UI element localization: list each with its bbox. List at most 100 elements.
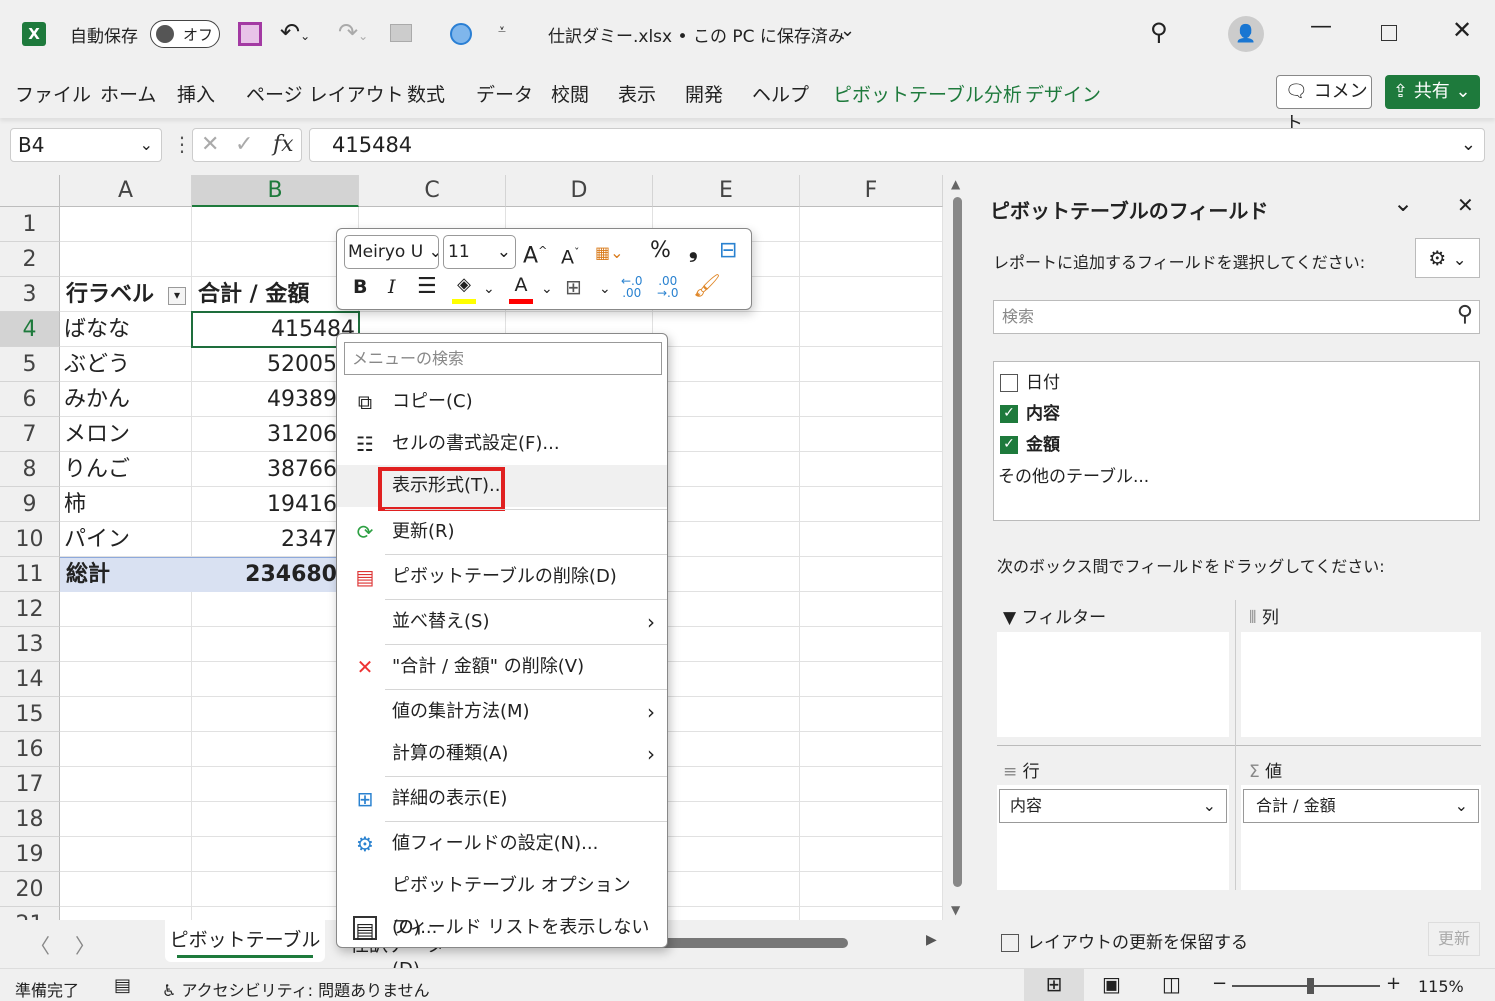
pivot-value[interactable]: 19416 (194, 487, 337, 522)
row-header-3[interactable]: 3 (0, 277, 60, 312)
select-all-corner[interactable] (0, 175, 60, 207)
row-field-chip[interactable]: 内容 ⌄ (999, 789, 1227, 823)
row-header-16[interactable]: 16 (0, 732, 60, 767)
menu-item-hide-field-list[interactable]: ▤フィールド リストを表示しない(D) (337, 907, 667, 980)
menu-item-copy[interactable]: ⧉ コピー(C) (337, 381, 667, 423)
tab-pivot-analyze[interactable]: ピボットテーブル分析 (833, 80, 1022, 107)
page-break-view-icon[interactable]: ◫ (1162, 972, 1181, 996)
checkbox[interactable] (1000, 374, 1018, 392)
increase-font-icon[interactable]: A^ (523, 237, 547, 270)
values-area[interactable]: 合計 / 金額 ⌄ (1241, 785, 1481, 890)
menu-item-delete-pivot[interactable]: ▤ ピボットテーブルの削除(D) (337, 556, 667, 598)
more-tables-link[interactable]: その他のテーブル... (998, 462, 1149, 487)
pivot-row-label[interactable]: 柿 (62, 487, 190, 522)
comment-button[interactable]: 🗨 コメント (1276, 75, 1372, 134)
sheet-tab-pivot[interactable]: ピボットテーブル (165, 920, 325, 962)
row-header-14[interactable]: 14 (0, 662, 60, 697)
italic-icon[interactable]: I (388, 273, 396, 301)
cancel-icon[interactable]: ✕ (201, 129, 219, 161)
row-header-1[interactable]: 1 (0, 207, 60, 242)
customize-qat-icon[interactable]: ⩡ (498, 22, 506, 38)
accessibility-status[interactable]: ♿ アクセシビリティ: 問題ありません (162, 977, 430, 1001)
pivot-row-label[interactable]: パイン (62, 522, 190, 557)
macro-record-icon[interactable]: ▤ (114, 975, 131, 996)
page-layout-view-icon[interactable]: ▣ (1102, 972, 1121, 996)
borders-icon[interactable]: ⊞ (565, 273, 582, 301)
row-header-19[interactable]: 19 (0, 837, 60, 872)
formula-input[interactable]: 415484 ⌄ (309, 128, 1485, 162)
close-pane-icon[interactable]: ✕ (1457, 193, 1474, 217)
align-center-icon[interactable]: ☰ (417, 273, 437, 301)
row-header-10[interactable]: 10 (0, 522, 60, 557)
filter-area[interactable] (997, 632, 1229, 737)
enter-icon[interactable]: ✓ (235, 129, 253, 161)
row-header-8[interactable]: 8 (0, 452, 60, 487)
chevron-down-icon[interactable]: ⌄ (1393, 189, 1413, 217)
normal-view-button[interactable]: ⊞ (1024, 969, 1084, 1001)
grand-total-label[interactable]: 総計 (62, 557, 190, 592)
insert-function-icon[interactable]: fx (273, 129, 294, 161)
next-sheet-icon[interactable]: 〉 (75, 930, 95, 959)
menu-item-format-cells[interactable]: ☷ セルの書式設定(F)... (337, 423, 667, 465)
column-header-D[interactable]: D (506, 175, 653, 207)
field-search-input[interactable]: 検索 ⚲ (993, 300, 1480, 334)
zoom-out-icon[interactable]: − (1212, 973, 1227, 994)
filter-dropdown-icon[interactable]: ▾ (168, 287, 186, 305)
pivot-row-label[interactable]: ばなな (62, 312, 190, 347)
avatar[interactable]: 👤 (1228, 16, 1264, 52)
row-header-18[interactable]: 18 (0, 802, 60, 837)
horizontal-scrollbar[interactable]: ▶ (650, 932, 940, 950)
field-item[interactable]: 日付 (1000, 368, 1060, 393)
columns-area[interactable] (1241, 632, 1481, 737)
file-name[interactable]: 仕訳ダミー.xlsx • この PC に保存済み (548, 22, 845, 47)
row-header-4[interactable]: 4 (0, 312, 60, 347)
circle-icon[interactable] (450, 23, 472, 45)
pivot-value[interactable]: 38766 (194, 452, 337, 487)
row-header-15[interactable]: 15 (0, 697, 60, 732)
row-header-6[interactable]: 6 (0, 382, 60, 417)
row-header-9[interactable]: 9 (0, 487, 60, 522)
pivot-row-label[interactable]: ぶどう (62, 347, 190, 382)
row-header-20[interactable]: 20 (0, 872, 60, 907)
redo-icon[interactable]: ↷⌄ (338, 18, 368, 46)
bold-icon[interactable]: B (353, 273, 367, 301)
pivot-value[interactable]: 52005 (194, 347, 337, 382)
search-icon[interactable]: ⚲ (1150, 18, 1168, 46)
column-header-C[interactable]: C (359, 175, 506, 207)
font-name-dropdown[interactable]: Meiryo U ⌄ (344, 235, 439, 269)
menu-item-value-field-settings[interactable]: ⚙ 値フィールドの設定(N)... (337, 823, 667, 865)
zoom-in-icon[interactable]: + (1386, 973, 1401, 994)
menu-item-number-format[interactable]: 表示形式(T)... (337, 465, 667, 511)
menu-item-remove-field[interactable]: ✕ "合計 / 金額" の削除(V) (337, 646, 667, 688)
menu-item-sort[interactable]: 並べ替え(S) › (337, 601, 667, 643)
row-header-13[interactable]: 13 (0, 627, 60, 662)
row-header-17[interactable]: 17 (0, 767, 60, 802)
pivot-row-label[interactable]: りんご (62, 452, 190, 487)
tab-formulas[interactable]: 数式 (407, 80, 445, 107)
checkbox[interactable]: ✓ (1000, 436, 1018, 454)
pivot-row-label[interactable]: みかん (62, 382, 190, 417)
tab-insert[interactable]: 挿入 (177, 80, 215, 107)
autosave-toggle[interactable]: オフ (150, 20, 220, 48)
column-header-A[interactable]: A (60, 175, 192, 207)
menu-search-input[interactable]: メニューの検索 (344, 342, 662, 375)
column-header-B[interactable]: B (192, 175, 359, 207)
row-header-5[interactable]: 5 (0, 347, 60, 382)
menu-item-pivot-options[interactable]: ピボットテーブル オプション(O)... (337, 865, 667, 938)
accounting-format-icon[interactable]: ▦⌄ (595, 239, 624, 267)
pivot-row-label[interactable]: メロン (62, 417, 190, 452)
prev-sheet-icon[interactable]: 〈 (30, 930, 50, 959)
pivot-value[interactable]: 2347 (194, 522, 337, 557)
minimize-icon[interactable]: — (1310, 14, 1332, 39)
tab-page-layout[interactable]: ページ レイアウト (246, 80, 404, 107)
menu-item-show-values-as[interactable]: 計算の種類(A) › (337, 733, 667, 775)
value-field-chip[interactable]: 合計 / 金額 ⌄ (1243, 789, 1479, 823)
zoom-slider[interactable] (1232, 978, 1380, 994)
maximize-icon[interactable] (1381, 25, 1397, 41)
comma-style-icon[interactable]: ❟ (689, 237, 698, 265)
field-item[interactable]: ✓ 金額 (1000, 430, 1060, 455)
name-box[interactable]: B4 ⌄ (10, 128, 162, 162)
decrease-font-icon[interactable]: Aˇ (561, 239, 580, 271)
defer-update-checkbox[interactable]: レイアウトの更新を保留する (1001, 928, 1248, 953)
row-header-12[interactable]: 12 (0, 592, 60, 627)
